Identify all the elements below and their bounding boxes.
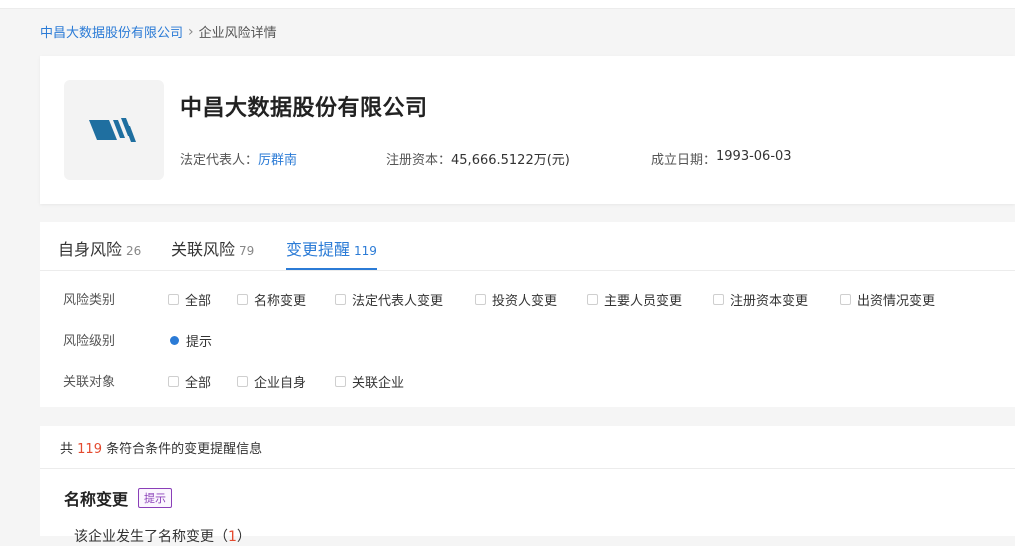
checkbox[interactable] <box>475 294 486 305</box>
checkbox[interactable] <box>237 376 248 387</box>
option-label: 全部 <box>185 376 212 391</box>
checkbox[interactable] <box>168 294 179 305</box>
option-label: 投资人变更 <box>492 294 558 309</box>
category-option-name-change[interactable]: 名称变更 <box>237 290 306 309</box>
company-meta: 法定代表人： 厉群南 注册资本： 45,666.5122万(元) 成立日期： 1… <box>180 149 792 168</box>
breadcrumb-current: 企业风险详情 <box>198 26 277 41</box>
desc-count[interactable]: 1 <box>228 529 237 545</box>
category-option-contribution-change[interactable]: 出资情况变更 <box>840 290 935 309</box>
tab-count: 26 <box>126 244 142 258</box>
company-header-card: 中昌大数据股份有限公司 法定代表人： 厉群南 注册资本： 45,666.5122… <box>40 56 1015 204</box>
tab-label: 变更提醒 <box>286 240 351 259</box>
reg-capital-value: 45,666.5122万(元) <box>451 153 570 168</box>
filter-label-category: 风险类别 <box>63 292 116 308</box>
legal-representative: 法定代表人： 厉群南 <box>180 149 297 168</box>
company-logo <box>64 80 164 180</box>
breadcrumb-home-link[interactable]: 中昌大数据股份有限公司 <box>40 22 183 41</box>
target-option-self[interactable]: 企业自身 <box>237 372 306 391</box>
checkbox[interactable] <box>335 376 346 387</box>
checkbox[interactable] <box>168 376 179 387</box>
legal-rep-link[interactable]: 厉群南 <box>258 149 297 168</box>
tab-label: 自身风险 <box>58 240 123 259</box>
company-name: 中昌大数据股份有限公司 <box>180 96 428 121</box>
risk-tabs: 自身风险 26 关联风险 79 变更提醒 119 <box>40 222 1015 271</box>
result-summary: 共 119 条符合条件的变更提醒信息 <box>40 426 1015 469</box>
summary-text: 共 119 条符合条件的变更提醒信息 <box>60 438 262 457</box>
desc-suffix: ） <box>236 529 251 545</box>
tab-count: 79 <box>239 244 255 258</box>
tab-label: 关联风险 <box>171 240 236 259</box>
tab-related-risk[interactable]: 关联风险 79 <box>171 236 254 270</box>
checkbox[interactable] <box>587 294 598 305</box>
registered-capital: 注册资本： 45,666.5122万(元) <box>386 149 570 168</box>
category-option-legal-rep-change[interactable]: 法定代表人变更 <box>335 290 443 309</box>
breadcrumb-separator: › <box>188 23 194 40</box>
filter-label-target: 关联对象 <box>63 374 116 390</box>
option-label: 出资情况变更 <box>857 294 936 309</box>
option-label: 主要人员变更 <box>604 294 683 309</box>
risk-filter-card: 自身风险 26 关联风险 79 变更提醒 119 风险类别 全部 名称变更 法定代表人… <box>40 222 1015 407</box>
option-label: 企业自身 <box>254 376 307 391</box>
summary-count: 119 <box>77 441 102 457</box>
company-logo-icon <box>89 118 136 142</box>
option-label: 法定代表人变更 <box>352 294 444 309</box>
category-option-capital-change[interactable]: 注册资本变更 <box>713 290 808 309</box>
level-option-notice[interactable]: 提示 <box>170 331 212 350</box>
item-title: 名称变更 <box>64 490 129 509</box>
option-label: 全部 <box>185 294 212 309</box>
checkbox[interactable] <box>237 294 248 305</box>
checkbox[interactable] <box>335 294 346 305</box>
legal-rep-label: 法定代表人： <box>180 153 259 168</box>
filter-label-level: 风险级别 <box>63 333 116 349</box>
tab-own-risk[interactable]: 自身风险 26 <box>58 236 141 270</box>
option-label: 关联企业 <box>352 376 405 391</box>
summary-prefix: 共 <box>60 441 74 457</box>
radio-selected[interactable] <box>170 336 179 345</box>
checkbox[interactable] <box>713 294 724 305</box>
tab-change-alerts[interactable]: 变更提醒 119 <box>286 236 377 270</box>
option-label: 提示 <box>186 335 213 350</box>
reg-capital-label: 注册资本： <box>386 153 452 168</box>
change-list-card: 共 119 条符合条件的变更提醒信息 名称变更 提示 该企业发生了名称变更（1） <box>40 426 1015 545</box>
option-label: 名称变更 <box>254 294 307 309</box>
founded-value: 1993-06-03 <box>716 149 792 164</box>
item-description: 该企业发生了名称变更（1） <box>74 526 251 546</box>
category-option-investor-change[interactable]: 投资人变更 <box>475 290 557 309</box>
tab-count: 119 <box>354 244 377 258</box>
top-bar <box>0 0 1015 9</box>
founded-label: 成立日期： <box>651 153 717 168</box>
option-label: 注册资本变更 <box>730 294 809 309</box>
category-option-all[interactable]: 全部 <box>168 290 211 309</box>
target-option-all[interactable]: 全部 <box>168 372 211 391</box>
risk-level-badge: 提示 <box>138 488 172 508</box>
category-option-key-personnel-change[interactable]: 主要人员变更 <box>587 290 682 309</box>
founded-date: 成立日期： 1993-06-03 <box>651 149 792 168</box>
target-option-related[interactable]: 关联企业 <box>335 372 404 391</box>
desc-prefix: 该企业发生了名称变更（ <box>74 529 228 545</box>
filter-row-category: 风险类别 <box>63 288 163 308</box>
filter-row-target: 关联对象 <box>63 370 163 390</box>
filter-row-level: 风险级别 <box>63 329 163 349</box>
summary-suffix: 条符合条件的变更提醒信息 <box>106 441 263 457</box>
checkbox[interactable] <box>840 294 851 305</box>
breadcrumb: 中昌大数据股份有限公司 › 企业风险详情 <box>40 22 277 42</box>
